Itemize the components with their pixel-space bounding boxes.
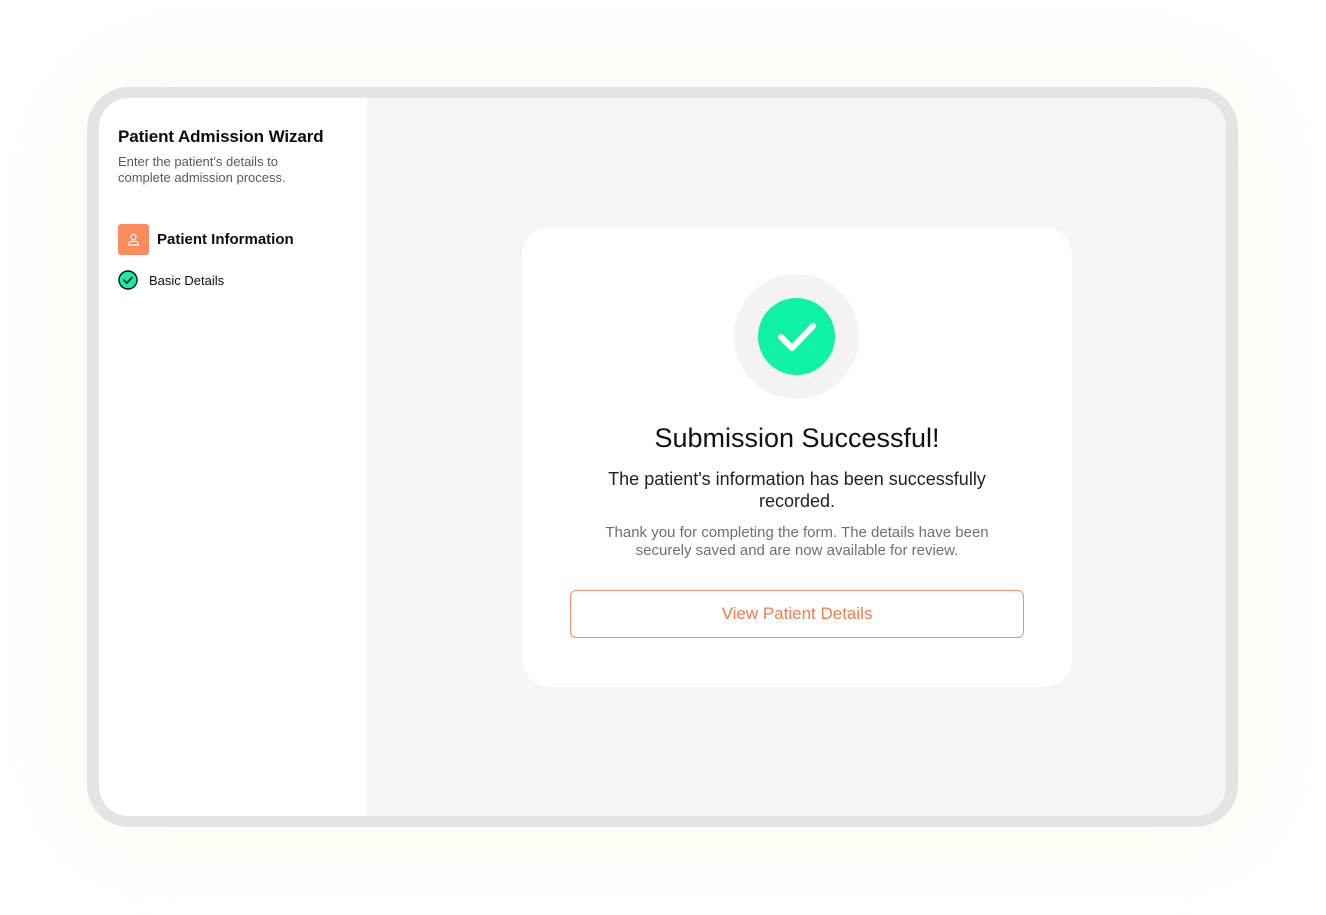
user-icon xyxy=(118,224,149,255)
success-card: Submission Successful! The patient's inf… xyxy=(522,227,1072,687)
sidebar-section-patient-information[interactable]: Patient Information xyxy=(118,224,367,255)
sidebar: Patient Admission Wizard Enter the patie… xyxy=(99,98,367,816)
wizard-subtitle: Enter the patient's details to complete … xyxy=(118,154,286,185)
wizard-title: Patient Admission Wizard xyxy=(118,127,324,146)
sidebar-step-label: Basic Details xyxy=(149,272,225,288)
check-circle-icon xyxy=(118,270,138,290)
success-heading: Submission Successful! xyxy=(654,423,940,453)
success-subheading: The patient's information has been succe… xyxy=(608,469,986,511)
sidebar-section-label: Patient Information xyxy=(157,231,294,248)
sidebar-step-basic-details[interactable]: Basic Details xyxy=(118,270,367,290)
view-patient-details-button[interactable]: View Patient Details xyxy=(570,590,1024,638)
checkmark-icon xyxy=(758,298,835,375)
main-content: Submission Successful! The patient's inf… xyxy=(367,98,1226,816)
success-body-text: Thank you for completing the form. The d… xyxy=(605,524,989,559)
success-icon-halo xyxy=(734,274,859,399)
app-screen: Patient Admission Wizard Enter the patie… xyxy=(99,98,1226,816)
device-frame: Patient Admission Wizard Enter the patie… xyxy=(87,87,1238,827)
